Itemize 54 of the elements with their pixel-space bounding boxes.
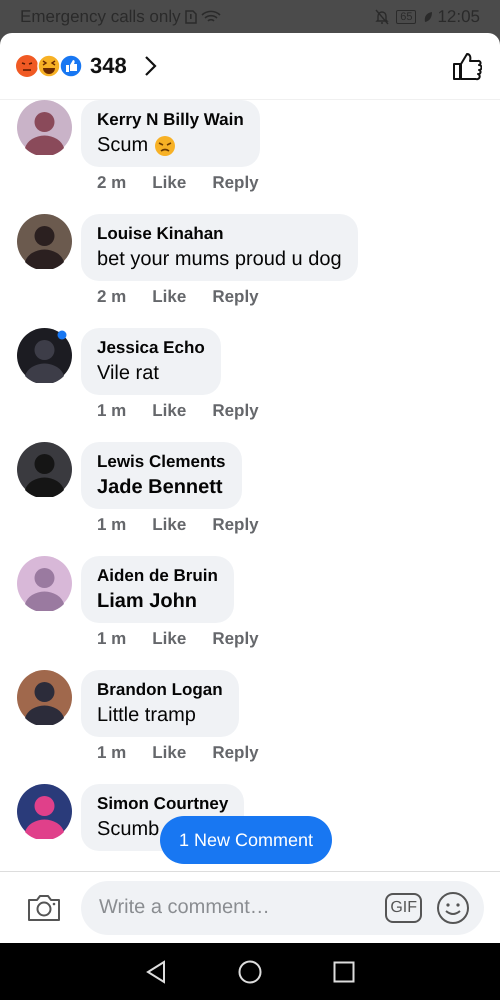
comment-author[interactable]: Simon Courtney bbox=[97, 794, 228, 814]
avatar[interactable] bbox=[17, 670, 72, 725]
like-link[interactable]: Like bbox=[152, 287, 186, 307]
avatar[interactable] bbox=[17, 100, 72, 155]
comment-text: Vile rat bbox=[97, 362, 159, 385]
bell-off-icon bbox=[375, 8, 390, 24]
avatar[interactable] bbox=[17, 442, 72, 497]
comment-time: 1 m bbox=[97, 743, 126, 763]
comment-text: Jade Bennett bbox=[97, 476, 223, 499]
comment-author[interactable]: Jessica Echo bbox=[97, 338, 205, 358]
home-icon[interactable] bbox=[238, 960, 262, 984]
sim-icon bbox=[184, 10, 197, 24]
reply-link[interactable]: Reply bbox=[212, 401, 259, 421]
reactions-icon bbox=[14, 53, 84, 79]
reply-link[interactable]: Reply bbox=[212, 515, 259, 535]
like-link[interactable]: Like bbox=[152, 173, 186, 193]
reaction-count[interactable]: 348 bbox=[90, 53, 127, 79]
reply-link[interactable]: Reply bbox=[212, 743, 259, 763]
leaf-icon bbox=[423, 10, 434, 22]
comment-author[interactable]: Aiden de Bruin bbox=[97, 566, 218, 586]
comment-text: Scum bbox=[97, 134, 148, 157]
comment-time: 1 m bbox=[97, 629, 126, 649]
avatar[interactable] bbox=[17, 784, 72, 839]
avatar[interactable] bbox=[17, 214, 72, 269]
comment-time: 2 m bbox=[97, 173, 126, 193]
like-icon[interactable] bbox=[452, 51, 482, 81]
like-link[interactable]: Like bbox=[152, 401, 186, 421]
comment-input[interactable]: Write a comment… GIF bbox=[81, 880, 484, 934]
comment-author[interactable]: Lewis Clements bbox=[97, 452, 226, 472]
wifi-icon bbox=[200, 10, 221, 24]
comment-time: 1 m bbox=[97, 515, 126, 535]
gif-button[interactable]: GIF bbox=[385, 892, 422, 922]
like-link[interactable]: Like bbox=[152, 743, 186, 763]
reply-link[interactable]: Reply bbox=[212, 629, 259, 649]
chevron-right-icon[interactable] bbox=[142, 55, 157, 77]
comment-author[interactable]: Kerry N Billy Wain bbox=[97, 110, 244, 130]
comment-time: 1 m bbox=[97, 401, 126, 421]
comment-time: 2 m bbox=[97, 287, 126, 307]
recents-icon[interactable] bbox=[332, 960, 355, 982]
comment-text: bet your mums proud u dog bbox=[97, 248, 342, 271]
new-comment-button[interactable]: 1 New Comment bbox=[160, 816, 332, 864]
reply-link[interactable]: Reply bbox=[212, 287, 259, 307]
comment-author[interactable]: Brandon Logan bbox=[97, 680, 223, 700]
emoji-icon[interactable] bbox=[436, 890, 470, 924]
comment-text: Scumb bbox=[97, 818, 160, 841]
like-link[interactable]: Like bbox=[152, 515, 186, 535]
back-icon[interactable] bbox=[145, 960, 168, 984]
reply-link[interactable]: Reply bbox=[212, 173, 259, 193]
like-link[interactable]: Like bbox=[152, 629, 186, 649]
comment-author[interactable]: Louise Kinahan bbox=[97, 224, 342, 244]
comment-text: Little tramp bbox=[97, 704, 196, 727]
comment-text: Liam John bbox=[97, 590, 198, 613]
avatar[interactable] bbox=[17, 328, 72, 383]
camera-icon[interactable] bbox=[26, 892, 62, 922]
